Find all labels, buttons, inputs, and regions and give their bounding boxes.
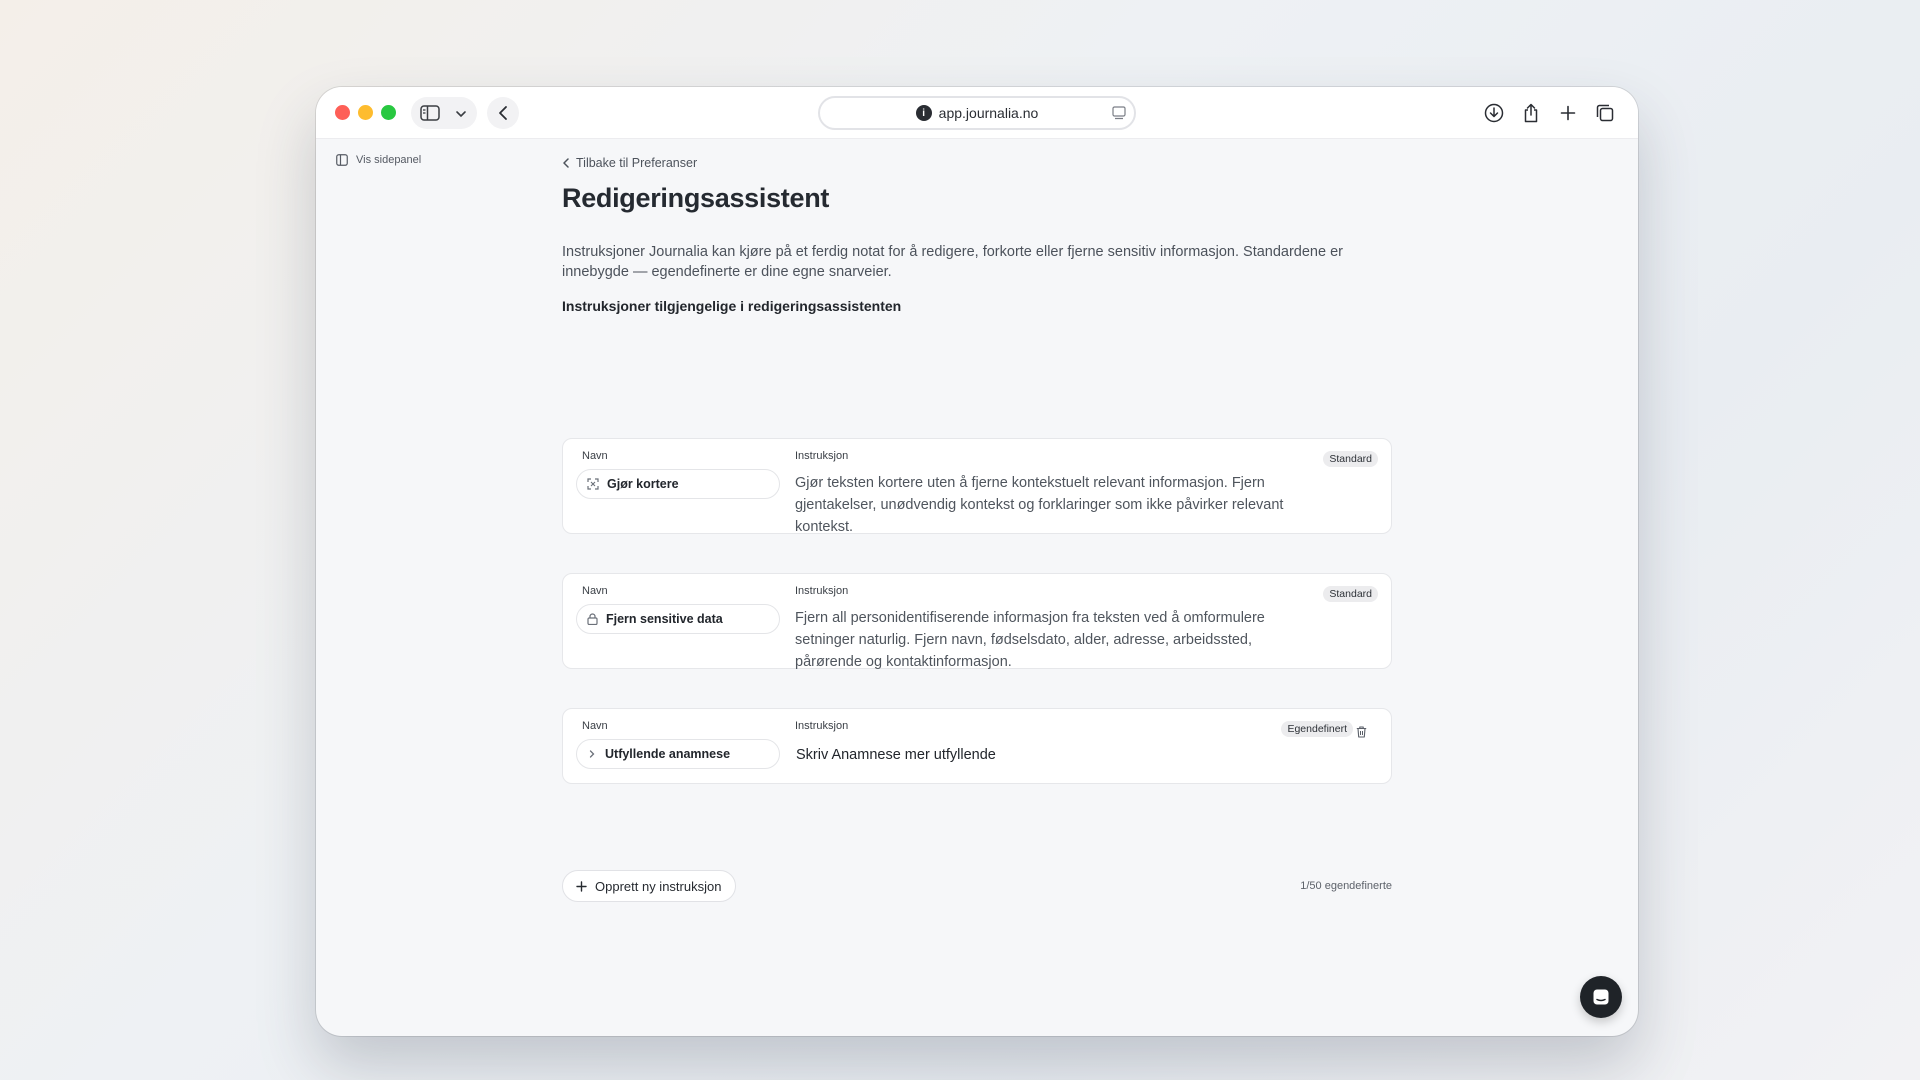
footer-area: Opprett ny instruksjon 1/50 egendefinert…	[562, 236, 1392, 902]
reader-icon[interactable]	[1112, 106, 1126, 120]
chat-icon	[1593, 989, 1609, 1005]
tab-overview-button[interactable]	[1589, 97, 1621, 129]
back-button[interactable]	[487, 97, 519, 129]
sidebar-toggle-group[interactable]	[411, 97, 477, 129]
back-icon	[499, 106, 507, 120]
custom-counter: 1/50 egendefinerte	[1300, 880, 1392, 892]
browser-window: i app.journalia.no Vis sidepanel Tilbake…	[316, 87, 1638, 1036]
address-bar[interactable]: i app.journalia.no	[818, 96, 1136, 130]
share-button[interactable]	[1515, 97, 1547, 129]
plus-icon	[1560, 105, 1576, 121]
new-tab-button[interactable]	[1552, 97, 1584, 129]
create-instruction-button[interactable]: Opprett ny instruksjon	[562, 870, 737, 902]
chat-button[interactable]	[1580, 976, 1622, 1018]
sidepanel-icon	[336, 154, 348, 166]
chevron-down-icon[interactable]	[455, 110, 467, 118]
main-content: Tilbake til Preferanser Redigeringsassis…	[562, 155, 1392, 902]
browser-toolbar: i app.journalia.no	[316, 87, 1638, 139]
download-icon	[1484, 103, 1504, 123]
url-text: app.journalia.no	[938, 105, 1039, 121]
tabs-icon	[1596, 104, 1614, 122]
maximize-window-button[interactable]	[381, 105, 396, 120]
show-sidepanel-label: Vis sidepanel	[356, 154, 422, 166]
download-button[interactable]	[1478, 97, 1510, 129]
show-sidepanel-button[interactable]: Vis sidepanel	[336, 154, 421, 166]
site-info-icon[interactable]: i	[915, 105, 932, 121]
create-instruction-label: Opprett ny instruksjon	[595, 878, 722, 894]
minimize-window-button[interactable]	[358, 105, 373, 120]
share-icon	[1524, 103, 1538, 123]
plus-icon	[576, 880, 587, 892]
sidebar-icon[interactable]	[420, 105, 440, 121]
close-window-button[interactable]	[335, 105, 350, 120]
